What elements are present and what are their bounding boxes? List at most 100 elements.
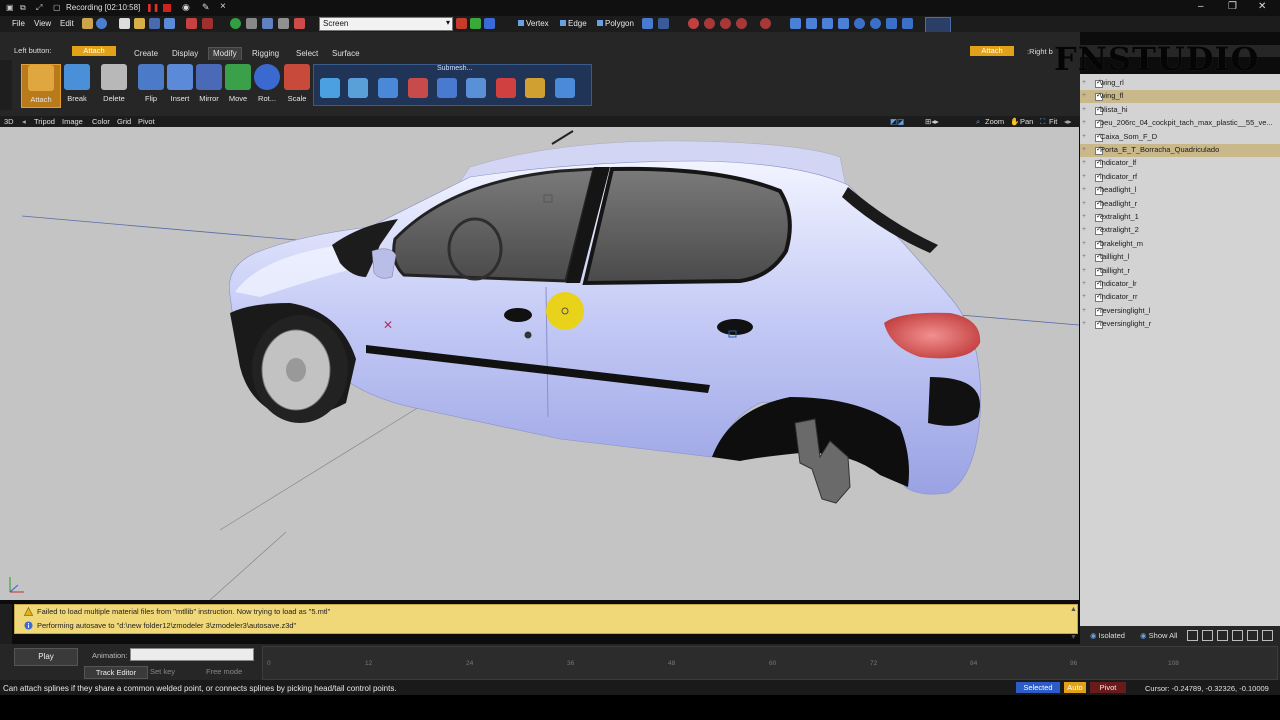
expand-icon[interactable]: + <box>1082 280 1088 288</box>
snap-icon[interactable] <box>704 18 715 29</box>
viewport-canvas[interactable]: ✕ <box>0 127 1080 601</box>
expand-icon[interactable]: + <box>1082 79 1088 87</box>
play-button[interactable]: Play <box>14 648 78 666</box>
z-axis-icon[interactable] <box>484 18 495 29</box>
screen-select[interactable]: Screen ▾ <box>319 17 453 31</box>
close-icon[interactable]: ✕ <box>1258 1 1266 12</box>
tree-item[interactable]: + wing_rl <box>1080 77 1280 90</box>
tree-item[interactable]: + blista_hi <box>1080 104 1280 117</box>
tree-item[interactable]: + extralight_2 <box>1080 224 1280 237</box>
settings-icon[interactable] <box>886 18 897 29</box>
redo-icon[interactable] <box>202 18 213 29</box>
messages-side-strip[interactable] <box>0 604 12 644</box>
screen-icon[interactable]: ▢ <box>53 3 61 12</box>
close-recording-icon[interactable]: × <box>220 1 226 12</box>
tree-item[interactable]: + taillight_l <box>1080 251 1280 264</box>
tree-tool-icon-2[interactable] <box>1202 630 1213 641</box>
tree-item[interactable]: + wing_fl <box>1080 90 1280 104</box>
viewport-mode[interactable]: 3D <box>4 117 14 126</box>
tree-item[interactable]: + taillight_r <box>1080 265 1280 278</box>
tree-tool-icon-4[interactable] <box>1232 630 1243 641</box>
viewport-color[interactable]: Color <box>92 117 110 126</box>
3d-viewport[interactable]: ✕ <box>0 127 1080 601</box>
command-side-strip[interactable] <box>0 60 12 110</box>
tree-item[interactable]: + extralight_1 <box>1080 211 1280 224</box>
submesh-edit-icon[interactable] <box>466 78 486 98</box>
expand-icon[interactable]: + <box>1082 92 1088 100</box>
tree-item[interactable]: + reversinglight_r <box>1080 318 1280 331</box>
select-mode-icon[interactable] <box>658 18 669 29</box>
viewport-grid[interactable]: Grid <box>117 117 131 126</box>
tree-tool-icon-3[interactable] <box>1217 630 1228 641</box>
viewport-tripod[interactable]: Tripod <box>34 117 55 126</box>
box-icon[interactable] <box>246 18 257 29</box>
car-front-window[interactable] <box>392 167 596 283</box>
edge-mode-button[interactable]: Edge <box>560 19 587 28</box>
pivot-marker-icon[interactable] <box>524 331 532 339</box>
expand-icon[interactable]: + <box>1082 253 1088 261</box>
free-mode-button[interactable]: Free mode <box>206 667 242 676</box>
auto-mode-badge[interactable]: Auto <box>1064 682 1086 693</box>
tree-item[interactable]: + indicator_lr <box>1080 278 1280 291</box>
expand-icon[interactable]: + <box>1082 267 1088 275</box>
tab-surface[interactable]: Surface <box>328 48 364 60</box>
right-button-attach-chip[interactable]: Attach <box>970 46 1014 56</box>
submesh-grid-icon[interactable] <box>555 78 575 98</box>
x-axis-icon[interactable] <box>456 18 467 29</box>
show-all-button[interactable]: ◉ Show All <box>1140 631 1177 640</box>
menu-view[interactable]: View <box>34 19 51 28</box>
submesh-arrow-icon[interactable] <box>437 78 457 98</box>
tree-item[interactable]: + brakelight_m <box>1080 238 1280 251</box>
tree-item[interactable]: + reversinglight_l <box>1080 305 1280 318</box>
menu-file[interactable]: File <box>12 19 25 28</box>
viewport-close-icon[interactable]: ◂▸ <box>1064 117 1072 126</box>
expand-icon[interactable]: ⤢ <box>36 3 42 13</box>
submesh-brush-icon[interactable] <box>348 78 368 98</box>
copy-icon[interactable]: ⧉ <box>20 3 26 13</box>
car-rear-window[interactable] <box>582 166 792 286</box>
tab-select[interactable]: Select <box>292 48 322 60</box>
expand-icon[interactable]: + <box>1082 307 1088 315</box>
viewport-pan[interactable]: Pan <box>1020 117 1033 126</box>
pencil-icon[interactable]: ✎ <box>202 2 210 13</box>
scroll-down-icon[interactable]: ▼ <box>1070 634 1077 641</box>
tree-item[interactable]: + headlight_l <box>1080 184 1280 197</box>
submesh-extrude-icon[interactable] <box>320 78 340 98</box>
expand-icon[interactable]: + <box>1082 133 1088 141</box>
expand-icon[interactable]: + <box>1082 240 1088 248</box>
expand-icon[interactable]: + <box>1082 186 1088 194</box>
tree-tool-icon-5[interactable] <box>1247 630 1258 641</box>
scale-tool-button[interactable]: Scale <box>278 64 316 106</box>
tree-item[interactable]: + headlight_r <box>1080 198 1280 211</box>
left-button-attach-chip[interactable]: Attach <box>72 46 116 56</box>
viewport-pivot[interactable]: Pivot <box>138 117 155 126</box>
tab-modify[interactable]: Modify <box>208 47 242 60</box>
open-folder-icon[interactable] <box>134 18 145 29</box>
tree-item[interactable]: + indicator_lf <box>1080 157 1280 170</box>
expand-icon[interactable]: + <box>1082 159 1088 167</box>
help-icon[interactable] <box>96 18 107 29</box>
viewport-fit[interactable]: Fit <box>1049 117 1057 126</box>
view-top-icon[interactable] <box>822 18 833 29</box>
expand-icon[interactable]: + <box>1082 200 1088 208</box>
tab-rigging[interactable]: Rigging <box>248 48 283 60</box>
magnet-icon[interactable] <box>720 18 731 29</box>
expand-icon[interactable]: + <box>1082 119 1088 127</box>
y-axis-icon[interactable] <box>470 18 481 29</box>
break-tool-button[interactable]: Break <box>58 64 96 106</box>
delete-icon[interactable] <box>294 18 305 29</box>
weld-icon[interactable] <box>760 18 771 29</box>
pivot-mode-badge[interactable]: Pivot <box>1090 682 1126 693</box>
expand-icon[interactable]: + <box>1082 173 1088 181</box>
refresh-icon[interactable] <box>262 18 273 29</box>
tree-item[interactable]: + peu_206rc_04_cockpit_tach_max_plastic__… <box>1080 117 1280 130</box>
submesh-cut-icon[interactable] <box>408 78 428 98</box>
disk-icon[interactable] <box>82 18 93 29</box>
view-side-icon[interactable] <box>806 18 817 29</box>
link-icon[interactable] <box>736 18 747 29</box>
track-editor-button[interactable]: Track Editor <box>84 666 148 679</box>
submesh-select-icon[interactable] <box>496 78 516 98</box>
tree-item[interactable]: + indicator_rr <box>1080 291 1280 304</box>
expand-icon[interactable]: + <box>1082 146 1088 154</box>
submesh-box-icon[interactable] <box>525 78 545 98</box>
